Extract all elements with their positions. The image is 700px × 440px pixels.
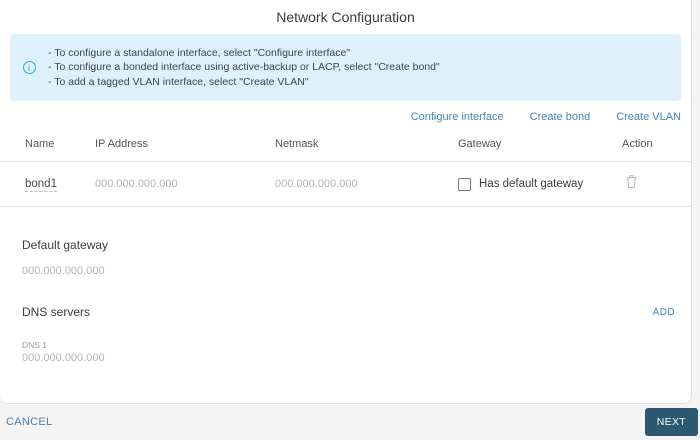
create-bond-link[interactable]: Create bond bbox=[530, 111, 591, 123]
column-header-netmask: Netmask bbox=[275, 138, 319, 150]
info-icon: i bbox=[22, 61, 36, 74]
has-default-gateway-label: Has default gateway bbox=[479, 178, 584, 190]
column-header-name: Name bbox=[25, 138, 55, 150]
table-row: bond1 Has default gateway bbox=[0, 162, 691, 207]
next-button[interactable]: NEXT bbox=[644, 408, 698, 436]
table-header-row: Name IP Address Netmask Gateway Action bbox=[0, 130, 691, 162]
table-action-links: Configure interface Create bond Create V… bbox=[0, 101, 691, 123]
ip-address-input[interactable] bbox=[95, 178, 260, 194]
dns-servers-label: DNS servers bbox=[22, 305, 91, 319]
cancel-button[interactable]: CANCEL bbox=[6, 416, 52, 428]
info-callout: i - To configure a standalone interface,… bbox=[10, 34, 681, 101]
netmask-input[interactable] bbox=[275, 178, 440, 194]
column-header-action: Action bbox=[622, 138, 653, 150]
create-vlan-link[interactable]: Create VLAN bbox=[616, 111, 681, 123]
info-line: - To add a tagged VLAN interface, select… bbox=[48, 75, 309, 88]
has-default-gateway-option[interactable]: Has default gateway bbox=[458, 177, 622, 191]
configure-interface-link[interactable]: Configure interface bbox=[411, 111, 504, 123]
interface-name-bond1: bond1 bbox=[25, 178, 57, 192]
info-text: - To configure a standalone interface, s… bbox=[48, 46, 440, 90]
column-header-ip: IP Address bbox=[95, 138, 148, 150]
info-line: - To configure a standalone interface, s… bbox=[48, 46, 351, 59]
delete-row-button[interactable] bbox=[625, 174, 638, 192]
dialog-footer: CANCEL NEXT bbox=[0, 404, 700, 440]
dns-1-label: DNS 1 bbox=[22, 340, 48, 350]
network-configuration-dialog: Network Configuration i - To configure a… bbox=[0, 0, 692, 404]
default-gateway-label: Default gateway bbox=[22, 238, 109, 252]
has-default-gateway-checkbox[interactable] bbox=[458, 177, 471, 191]
column-header-gateway: Gateway bbox=[458, 138, 502, 150]
info-line: - To configure a bonded interface using … bbox=[48, 61, 440, 74]
add-dns-server-link[interactable]: ADD bbox=[653, 307, 675, 318]
dns-1-input[interactable] bbox=[22, 352, 676, 368]
trash-icon bbox=[626, 175, 637, 189]
page-title: Network Configuration bbox=[276, 9, 415, 25]
default-gateway-input[interactable] bbox=[22, 265, 676, 281]
